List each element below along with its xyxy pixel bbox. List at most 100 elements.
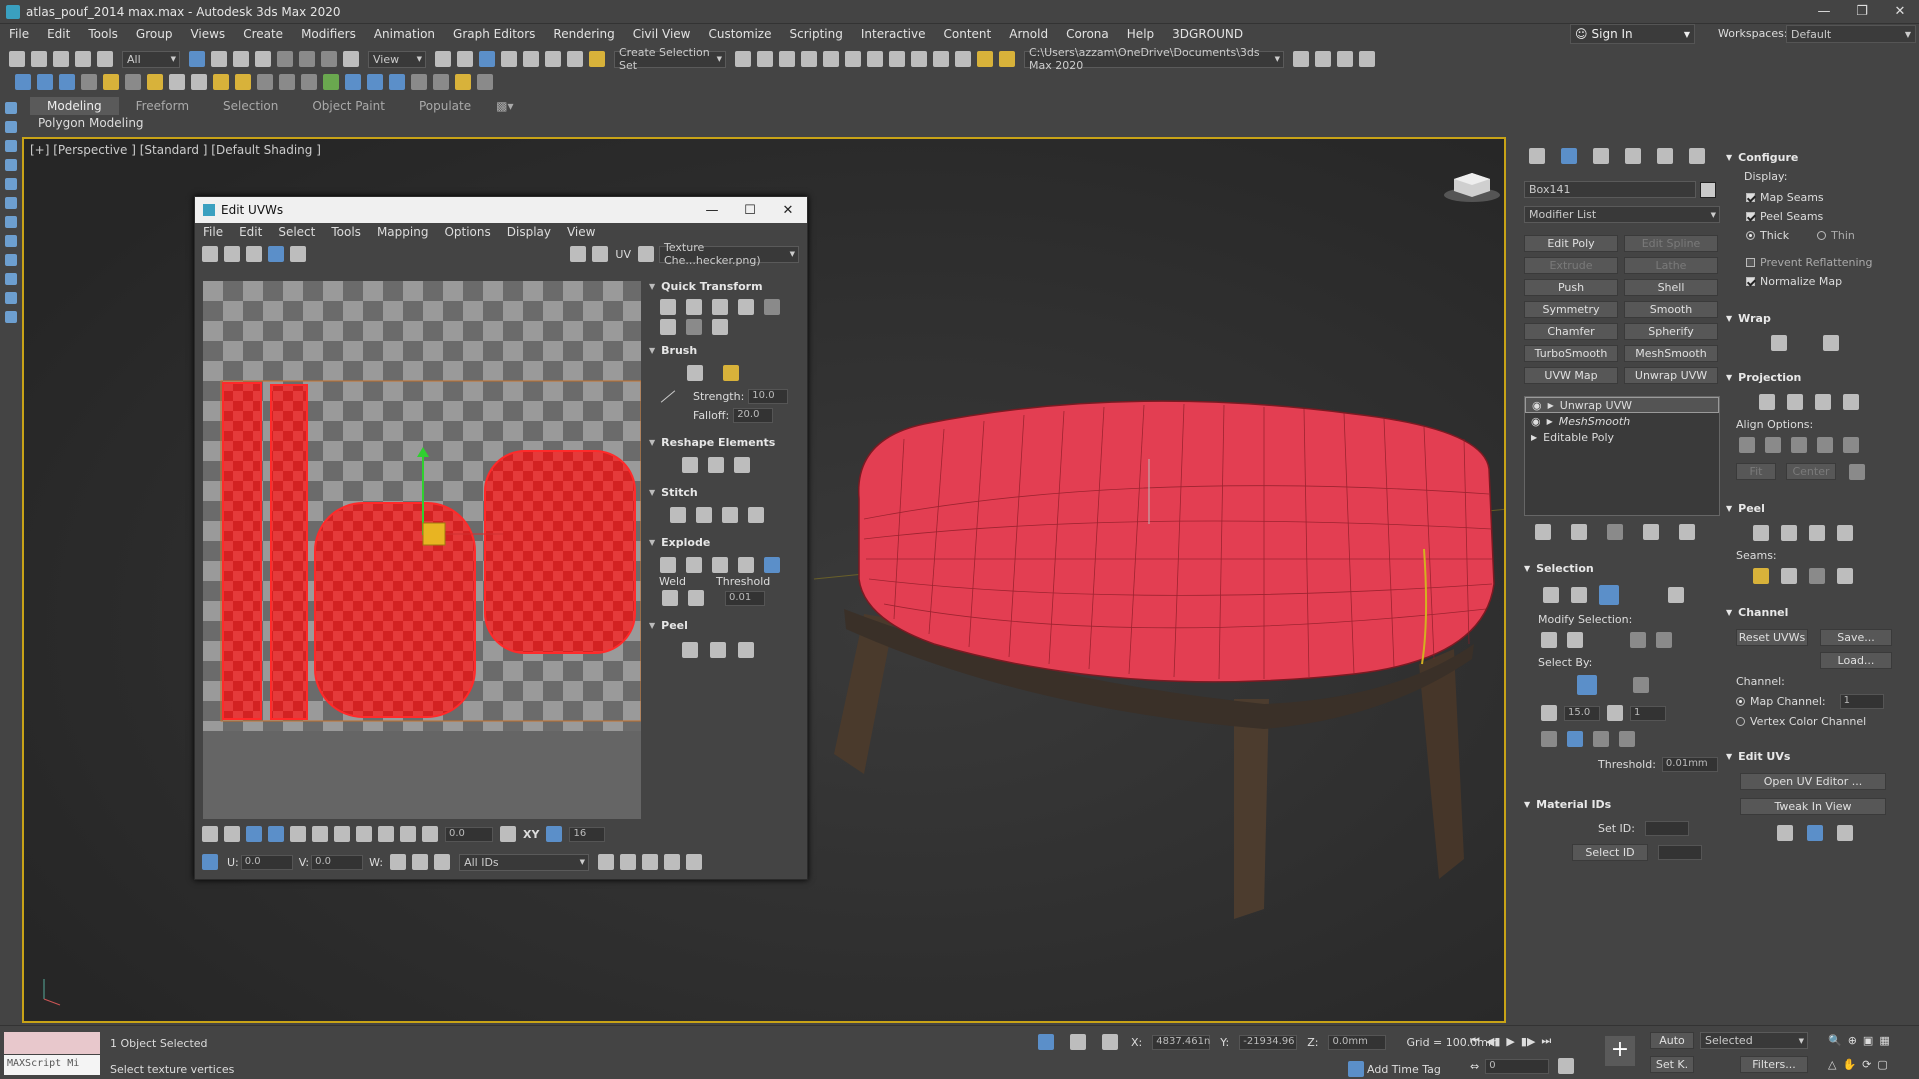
straighten-icon[interactable] <box>682 457 698 473</box>
zoom-icon[interactable]: 🔍 <box>1828 1034 1842 1047</box>
edit-poly-button[interactable]: Edit Poly <box>1524 235 1618 252</box>
angle-snap-icon[interactable] <box>523 51 539 67</box>
tweak-vertex-icon[interactable] <box>1777 825 1793 841</box>
show-grid-icon[interactable] <box>592 246 609 262</box>
corona-help-icon[interactable] <box>433 74 449 90</box>
tweak-in-view-button[interactable]: Tweak In View <box>1740 798 1886 815</box>
scene-explorer-icon[interactable] <box>5 235 17 247</box>
soft-selection-icon[interactable] <box>422 826 438 842</box>
menu-group[interactable]: Group <box>127 24 182 45</box>
rotate-ccw-icon[interactable] <box>738 299 754 315</box>
quick-transform-header[interactable]: ▼ Quick Transform <box>649 277 806 295</box>
shrink-icon[interactable] <box>1567 632 1583 648</box>
stitch-custom-icon[interactable] <box>670 507 686 523</box>
reset-peel-icon[interactable] <box>738 642 754 658</box>
point-to-point-seams-icon[interactable] <box>1781 568 1797 584</box>
object-name-field[interactable]: Box141 <box>1524 181 1696 198</box>
mirror-select-icon[interactable] <box>1541 731 1557 747</box>
normalize-map-checkbox[interactable]: Normalize Map <box>1746 275 1912 288</box>
ring-icon[interactable] <box>1656 632 1672 648</box>
rotate-cw-icon[interactable] <box>712 319 728 335</box>
relax-by-polygon-icon[interactable] <box>734 457 750 473</box>
grow-selection-icon[interactable] <box>290 826 306 842</box>
menu-content[interactable]: Content <box>935 24 1001 45</box>
remove-modifier-icon[interactable] <box>1643 524 1659 540</box>
undo-icon[interactable] <box>9 51 25 67</box>
make-unique-icon[interactable] <box>1607 524 1623 540</box>
select-by-name-icon[interactable] <box>211 51 227 67</box>
open-project-icon[interactable] <box>1315 51 1331 67</box>
display-icon[interactable] <box>5 178 17 190</box>
eye-icon[interactable]: ◉ <box>1531 415 1541 428</box>
peel-rollout-header[interactable]: ▼ Peel <box>1726 502 1912 515</box>
corona-grid-icon[interactable] <box>477 74 493 90</box>
u-spinner[interactable]: 0.0 <box>240 854 293 870</box>
element-mode-icon[interactable] <box>1668 587 1684 603</box>
rendered-frame-window-icon[interactable] <box>933 51 949 67</box>
close-icon[interactable]: ✕ <box>1881 0 1919 24</box>
convert-edge-to-seams-icon[interactable] <box>1809 568 1825 584</box>
current-frame-field[interactable]: 0 <box>1485 1058 1550 1074</box>
uvw-menu-file[interactable]: File <box>195 223 231 241</box>
object-color-swatch[interactable] <box>1700 181 1716 198</box>
uv-shell-strip-2[interactable] <box>270 384 308 720</box>
corona-light-icon[interactable] <box>103 74 119 90</box>
peel-mode-icon[interactable] <box>1781 525 1797 541</box>
select-by-id-icon[interactable] <box>1607 705 1623 721</box>
peel-mode-icon[interactable] <box>710 642 726 658</box>
uvw-map-button[interactable]: UVW Map <box>1524 367 1618 384</box>
menu-tools[interactable]: Tools <box>79 24 127 45</box>
uv-axis-label[interactable]: UV <box>615 248 631 261</box>
select-id-value-spinner[interactable] <box>1658 845 1702 860</box>
corona-bulb-icon[interactable] <box>455 74 471 90</box>
select-rotate-icon[interactable] <box>299 51 315 67</box>
reshape-elements-header[interactable]: ▼ Reshape Elements <box>649 433 806 451</box>
brush-header[interactable]: ▼ Brush <box>649 341 806 359</box>
thick-radio[interactable]: Thick <box>1746 229 1789 242</box>
freeze-icon[interactable] <box>5 292 17 304</box>
menu-rendering[interactable]: Rendering <box>544 24 623 45</box>
grow-icon[interactable] <box>1541 632 1557 648</box>
tab-object-paint[interactable]: Object Paint <box>295 97 402 115</box>
redo-icon[interactable] <box>31 51 47 67</box>
menu-modifiers[interactable]: Modifiers <box>292 24 365 45</box>
tweak-face-icon[interactable] <box>1837 825 1853 841</box>
shrink-selection-icon[interactable] <box>312 826 328 842</box>
uvw-menu-mapping[interactable]: Mapping <box>369 223 437 241</box>
utilities-icon[interactable] <box>5 197 17 209</box>
modify-tab-icon[interactable] <box>1561 148 1577 164</box>
maxscript-mini-listener[interactable]: MAXScript Mi <box>4 1055 100 1075</box>
field-of-view-icon[interactable]: △ <box>1828 1058 1836 1071</box>
ring-icon[interactable] <box>356 826 372 842</box>
planar-angle-icon[interactable] <box>1541 705 1557 721</box>
uvw-menu-display[interactable]: Display <box>499 223 559 241</box>
corona-toolbox-icon[interactable] <box>411 74 427 90</box>
lock-icon[interactable] <box>390 854 407 870</box>
corona-material-icon[interactable] <box>147 74 163 90</box>
relax-icon[interactable] <box>708 457 724 473</box>
v-spinner[interactable]: 0.0 <box>311 854 364 870</box>
falloff-spinner-bottom[interactable]: 0.0 <box>445 826 493 842</box>
menu-edit[interactable]: Edit <box>38 24 79 45</box>
align-horizontal-icon[interactable] <box>686 299 702 315</box>
unlink-icon[interactable] <box>75 51 91 67</box>
play-icon[interactable]: ▶ <box>1506 1035 1514 1048</box>
tab-modeling[interactable]: Modeling <box>30 97 119 115</box>
uv-canvas[interactable] <box>203 281 641 731</box>
z-coord-field[interactable]: 0.0mm <box>1328 1034 1387 1050</box>
stitch-to-source-icon[interactable] <box>696 507 712 523</box>
mirror-y-icon[interactable] <box>1593 731 1609 747</box>
corona-lister-icon[interactable] <box>367 74 383 90</box>
uv-shell-strip-1[interactable] <box>222 382 262 720</box>
reference-coordinate-select[interactable]: View ▼ <box>368 50 426 68</box>
viewcube-icon[interactable] <box>1442 169 1502 203</box>
help-icon[interactable] <box>686 854 703 870</box>
vertex-mode-icon[interactable] <box>202 826 218 842</box>
rotate-icon[interactable] <box>224 246 240 262</box>
zoom-region-icon[interactable] <box>642 854 659 870</box>
strength-spinner[interactable]: 10.0 <box>748 389 789 404</box>
grid-snap-icon[interactable] <box>546 826 563 842</box>
project-folder-select[interactable]: C:\Users\azzam\OneDrive\Documents\3ds Ma… <box>1024 46 1284 72</box>
next-frame-icon[interactable]: ▮▶ <box>1521 1035 1536 1048</box>
scale-icon[interactable] <box>246 246 262 262</box>
